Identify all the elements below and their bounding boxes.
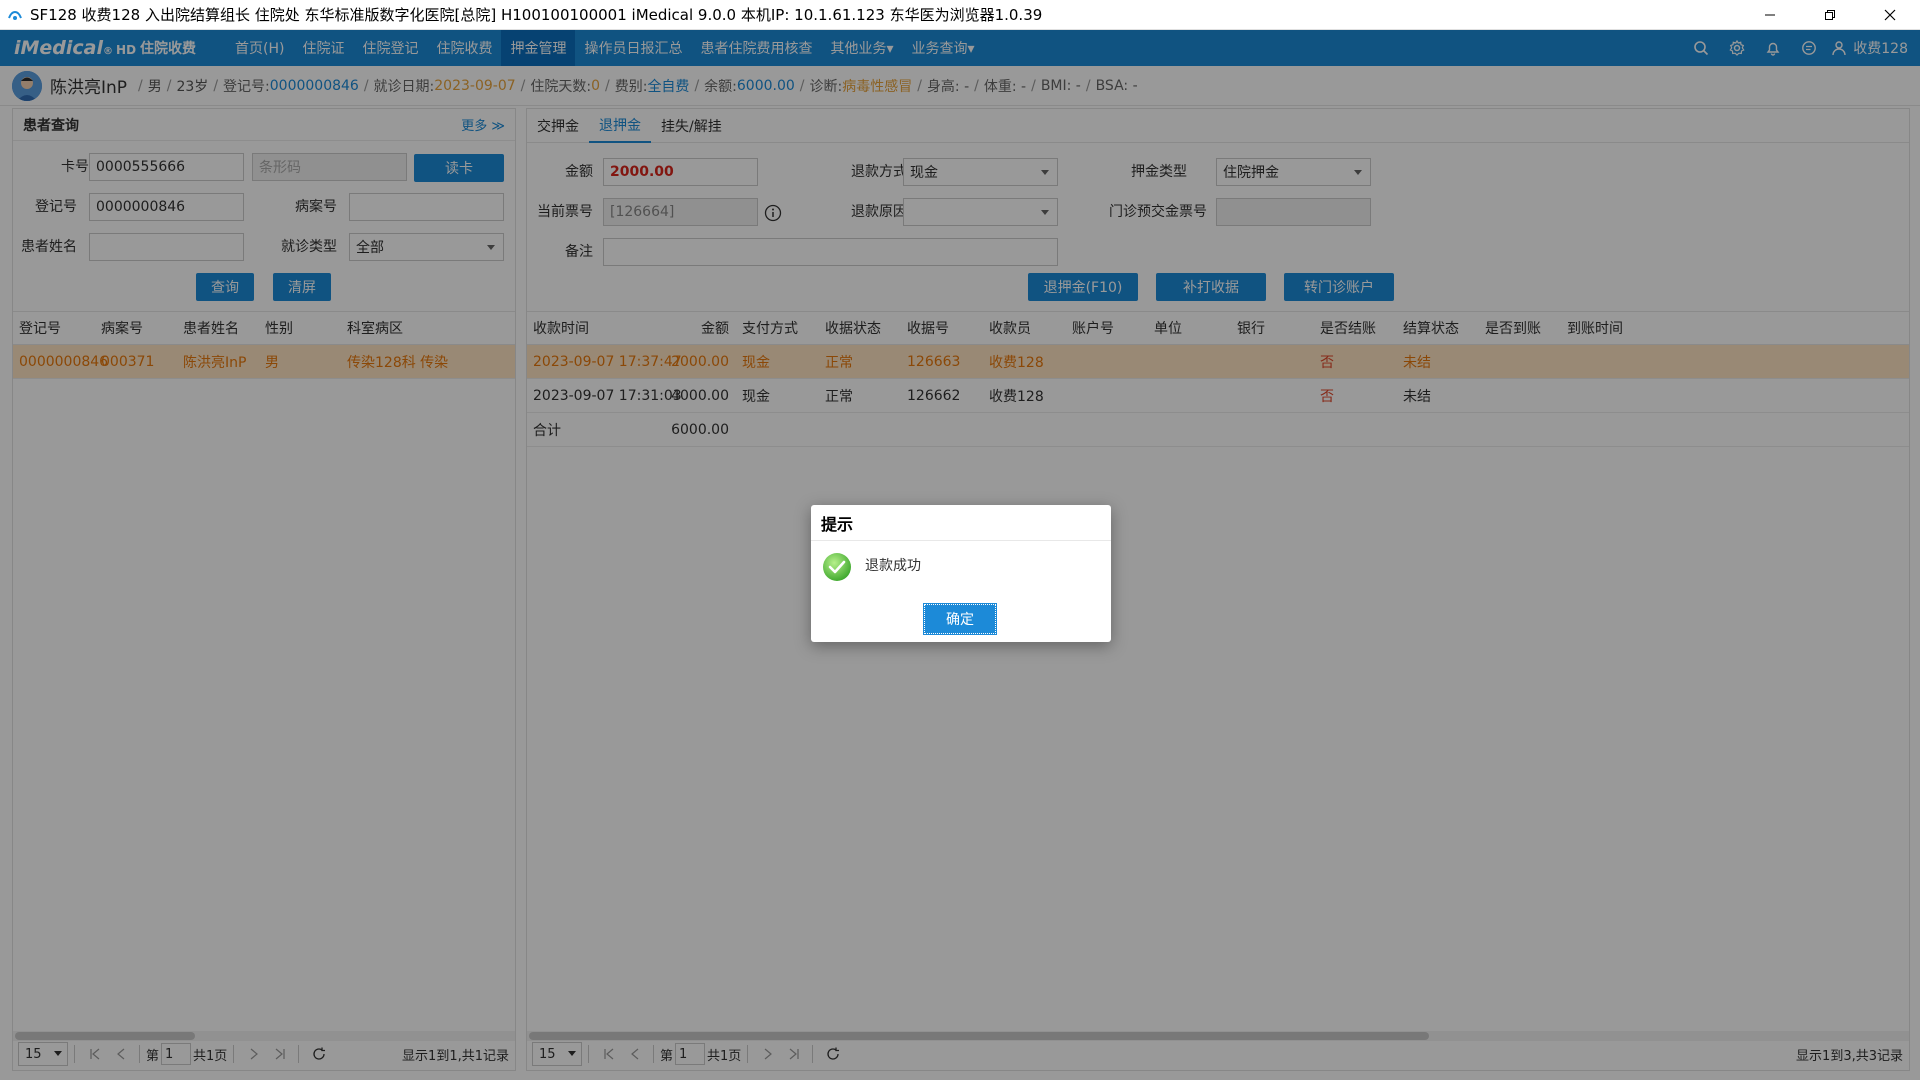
- success-icon: [821, 551, 853, 587]
- minimize-icon: [1765, 14, 1775, 16]
- app-icon: [6, 6, 24, 24]
- close-window-button[interactable]: [1860, 0, 1920, 30]
- dialog-title: 提示: [811, 505, 1111, 541]
- minimize-button[interactable]: [1740, 0, 1800, 30]
- message-dialog: 提示 退款成功 确定: [811, 505, 1111, 642]
- window-title: SF128 收费128 入出院结算组长 住院处 东华标准版数字化医院[总院] H…: [30, 6, 1043, 24]
- restore-button[interactable]: [1800, 0, 1860, 30]
- window-titlebar: SF128 收费128 入出院结算组长 住院处 东华标准版数字化医院[总院] H…: [0, 0, 1920, 30]
- close-icon: [1884, 9, 1896, 21]
- dialog-message: 退款成功: [865, 558, 921, 574]
- restore-icon: [1825, 10, 1835, 20]
- ok-button[interactable]: 确定: [923, 603, 997, 635]
